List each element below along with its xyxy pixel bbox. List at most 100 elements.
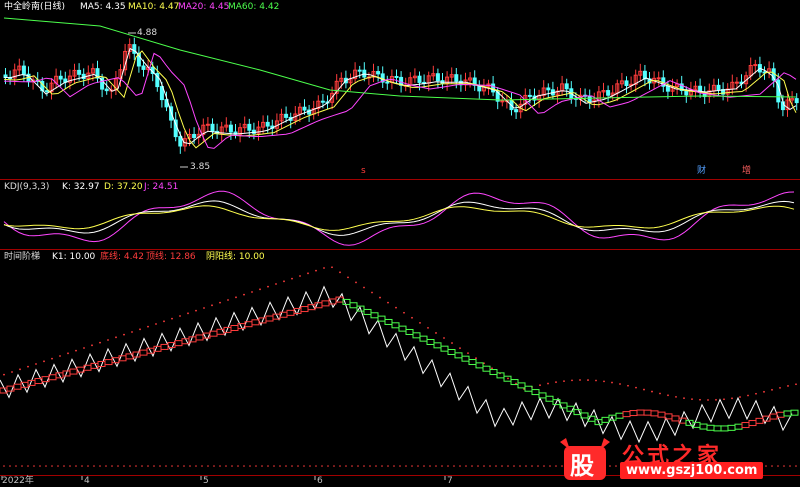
ladder-baseline-dot: [261, 465, 263, 467]
ladder-top-dot: [563, 380, 565, 382]
ladder-baseline-dot: [177, 465, 179, 467]
ladder-step: [727, 424, 736, 431]
kdj-j-line: [3, 190, 795, 246]
ma60-label: MA60: 4.42: [228, 2, 280, 12]
ladder-baseline-dot: [477, 465, 479, 467]
ladder-baseline-dot: [201, 465, 203, 467]
ladder-top-dot: [651, 390, 653, 393]
ladder-top-dot: [107, 339, 109, 341]
kdj-j-label: J: 24.51: [144, 182, 179, 192]
ladder-baseline-dot: [447, 465, 449, 467]
kdj-lines: [3, 190, 795, 246]
ladder-top-dot: [507, 377, 509, 380]
ladder-step: [531, 389, 540, 396]
ladder-baseline-dot: [51, 465, 53, 467]
ladder-baseline-dot: [375, 465, 377, 467]
candle-body: [564, 83, 569, 90]
ladder-baseline-dot: [465, 465, 467, 467]
ladder-baseline-dot: [189, 465, 191, 467]
ladder-baseline-dot: [489, 465, 491, 467]
ladder-step: [251, 319, 260, 326]
ladder-top-dot: [771, 388, 773, 391]
ladder-baseline-dot: [153, 465, 155, 467]
ladder-step: [538, 392, 547, 399]
ladder-top-dot: [283, 280, 285, 283]
ladder-baseline-dot: [243, 465, 245, 467]
ladder-top-dot: [67, 352, 69, 355]
ladder-step: [699, 423, 708, 430]
candle-body: [587, 95, 592, 103]
ladder-baseline-dot: [435, 465, 437, 467]
watermark-url: www.gszj100.com: [620, 462, 764, 479]
ladder-top-dot: [275, 283, 277, 285]
candle-body: [247, 123, 252, 131]
ladder-baseline-dot: [285, 465, 287, 467]
ladder-baseline-dot: [459, 465, 461, 467]
ladder-top-dot: [331, 266, 333, 269]
ladder-top-dot: [635, 386, 637, 389]
ladder-top-dot: [739, 396, 741, 398]
ladder-baseline-dot: [237, 465, 239, 467]
ladder-baseline-dot: [483, 465, 485, 467]
x-tick-label: 4: [84, 476, 90, 486]
ladder-baseline-dot: [171, 465, 173, 467]
ladder-zigzag-line: [0, 285, 793, 444]
ladder-top-dot: [83, 347, 85, 349]
ladder-baseline-dot: [33, 465, 35, 467]
marker-cai: 财: [697, 166, 707, 176]
ma5-label: MA5: 4.35: [80, 2, 126, 12]
ladder-top-dot: [427, 326, 429, 329]
ladder-top-dot: [171, 317, 173, 320]
ladder-baseline-dot: [219, 465, 221, 467]
candle-body: [192, 133, 197, 138]
ladder-top-dot: [227, 299, 229, 301]
candle-body: [753, 64, 758, 67]
ladder-baseline-dot: [327, 465, 329, 467]
candle-body: [794, 98, 799, 104]
ladder-top-dot: [211, 304, 213, 307]
ladder-baseline-dot: [87, 465, 89, 467]
ladder-top-dot: [251, 291, 253, 293]
ma10-line: [3, 50, 797, 149]
ladder-step: [370, 312, 379, 319]
ladder-top-dot: [403, 311, 405, 314]
ladder-baseline-dot: [339, 465, 341, 467]
ladder-step: [580, 412, 589, 419]
high-price-label: 4.88: [137, 28, 158, 38]
ladder-baseline-dot: [309, 465, 311, 467]
ladder-top-dot: [219, 301, 221, 304]
ladder-baseline-dot: [3, 465, 5, 467]
ladder-step: [706, 424, 715, 431]
ladder-top-dot: [691, 398, 693, 401]
ladder-step: [489, 369, 498, 376]
ladder-top-dot: [35, 363, 37, 365]
ladder-baseline-dot: [423, 465, 425, 467]
candle-body: [656, 77, 661, 80]
candle-body: [376, 71, 381, 75]
ladder-step: [440, 345, 449, 352]
ladder-k1-label: K1: 10.00: [52, 252, 96, 262]
ladder-top-dot: [787, 385, 789, 387]
x-tick-label: 2022年: [2, 476, 34, 486]
ladder-step: [174, 340, 183, 347]
ladder-top-dot: [587, 379, 589, 381]
ladder-baseline-dot: [303, 465, 305, 467]
marker-s: s: [361, 166, 366, 176]
ladder-top-dot: [555, 381, 557, 384]
ladder-top-dot: [627, 384, 629, 387]
ladder-baseline-dot: [225, 465, 227, 467]
ladder-step: [160, 343, 169, 350]
candle-body: [77, 69, 82, 75]
ladder-baseline-dot: [183, 465, 185, 467]
ladder-top-dot: [467, 352, 469, 355]
ladder-step: [524, 385, 533, 392]
site-watermark: 股 公式之家 www.gszj100.com: [556, 436, 796, 482]
candle-body: [665, 85, 670, 92]
ma20-label: MA20: 4.45: [178, 2, 230, 12]
ladder-baseline-dot: [357, 465, 359, 467]
ladder-baseline-dot: [453, 465, 455, 467]
ladder-step: [468, 359, 477, 366]
ladder-bottom-label: 底线: 4.42: [100, 252, 144, 262]
ladder-yinyang-label: 阴阳线: 10.00: [206, 252, 265, 262]
ladder-top-dot: [299, 275, 301, 277]
